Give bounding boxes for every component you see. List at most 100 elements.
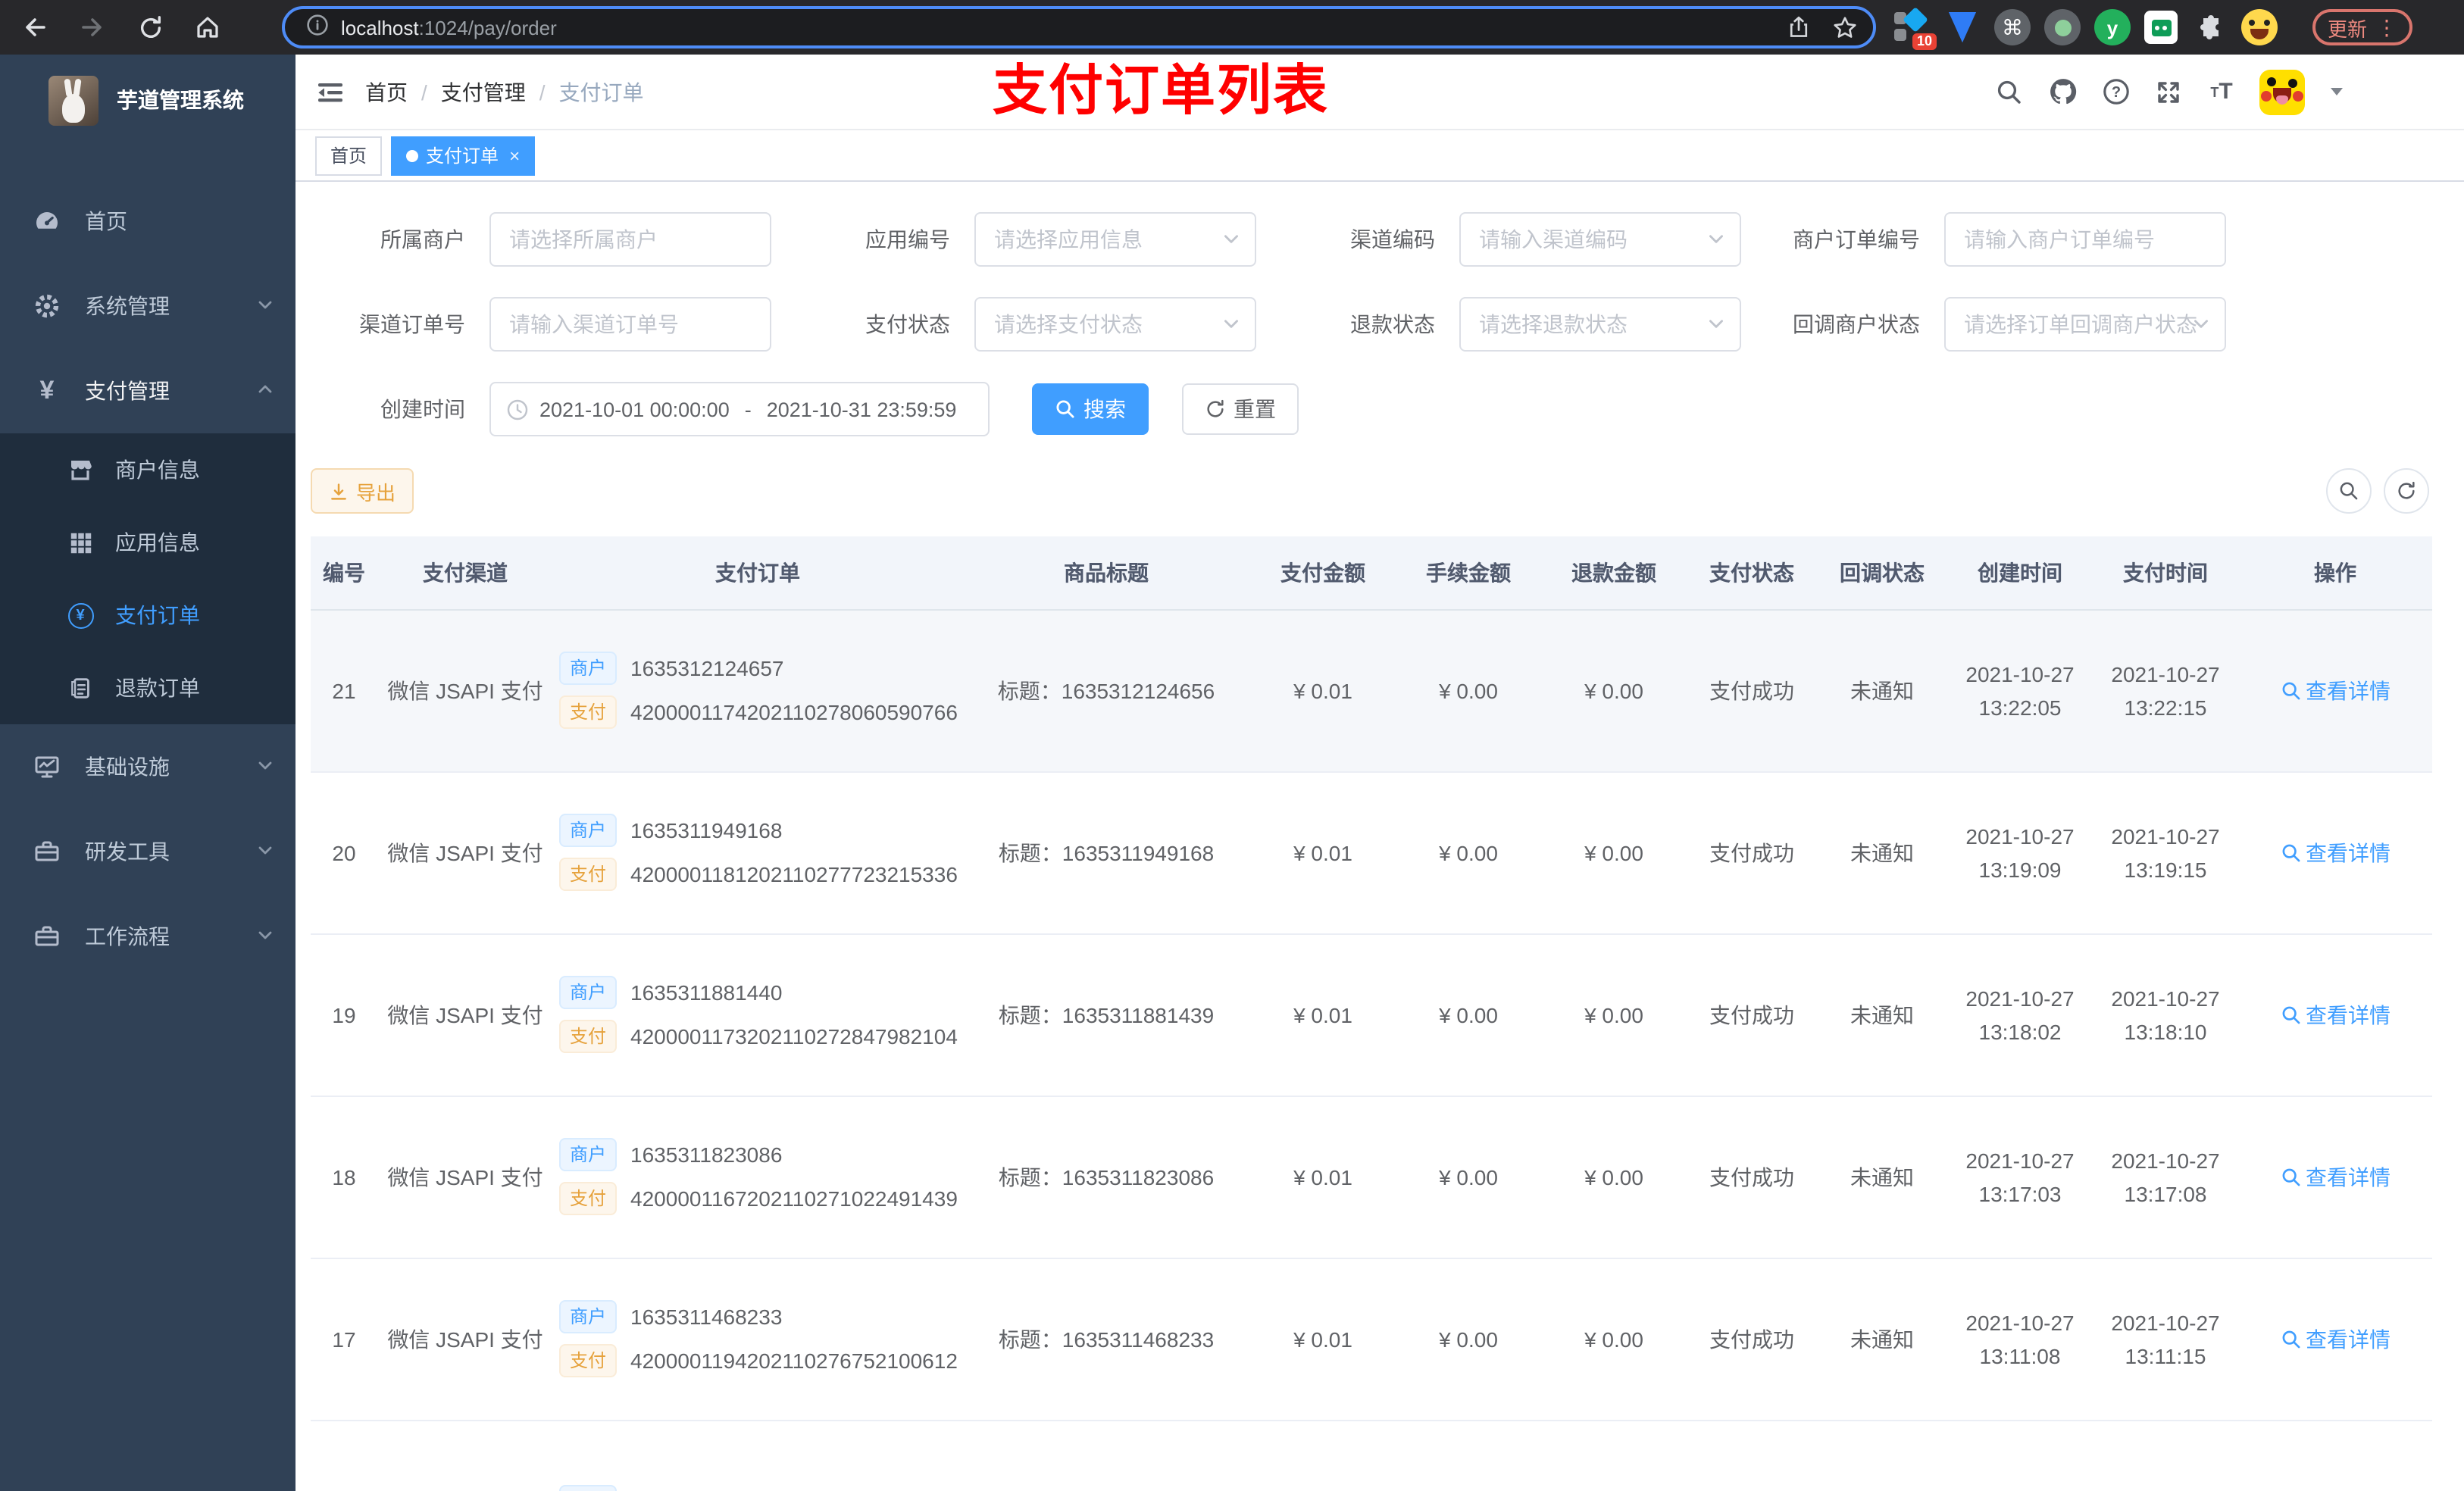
share-icon[interactable] <box>1787 15 1811 39</box>
sidebar-item-refund-order[interactable]: 退款订单 <box>0 652 295 724</box>
site-info-icon[interactable] <box>306 14 329 41</box>
extension-recorder-icon[interactable] <box>2044 9 2081 45</box>
filter-app-no-control <box>974 212 1256 267</box>
filter-channel-order-no-control <box>489 297 771 352</box>
cell-notify-status: 未通知 <box>1817 933 1947 1096</box>
filter-notify-status-input[interactable] <box>1944 297 2226 352</box>
table-row: 18 微信 JSAPI 支付 商户 1635311823086 支付 4200001167… <box>311 1096 2432 1258</box>
filter-merchant-order-no-input[interactable] <box>1944 212 2226 267</box>
refresh-table-button[interactable] <box>2384 468 2429 514</box>
cell-pay-order: 商户 1635311468233 支付 42000011942021102767521… <box>553 1258 962 1421</box>
paid-line: 2021-10-27 <box>2111 986 2220 1010</box>
monitor-icon <box>33 753 61 780</box>
app-logo[interactable]: 芋道管理系统 <box>0 55 295 145</box>
extension-y-icon[interactable]: y <box>2094 9 2131 45</box>
help-icon[interactable]: ? <box>2100 77 2131 107</box>
breadcrumb-item[interactable]: 支付管理 <box>441 77 526 107</box>
document-icon <box>67 674 94 702</box>
sidebar-item-system[interactable]: 系统管理 <box>0 264 295 349</box>
create-time-range-input[interactable]: 2021-10-01 00:00:00 - 2021-10-31 23:59:5… <box>489 382 990 436</box>
breadcrumb-separator: / <box>421 80 427 104</box>
view-detail-link[interactable]: 查看详情 <box>2280 837 2391 867</box>
tab-支付订单[interactable]: 支付订单 × <box>391 136 536 175</box>
font-size-icon[interactable]: TT <box>2206 77 2237 107</box>
cell-empty <box>1817 1420 1947 1491</box>
hamburger-icon[interactable] <box>308 69 353 114</box>
extension-jam-icon[interactable]: 10 <box>1894 7 1937 50</box>
cell-channel: 微信 JSAPI 支付 <box>377 1258 553 1421</box>
browser-toolbar: localhost:1024/pay/order 10 ⌘ y 更新 ⋮ <box>0 0 2464 55</box>
browser-menu-icon[interactable]: ⋮ <box>2376 14 2397 40</box>
github-icon[interactable] <box>2047 77 2078 107</box>
filter-channel-order-no-input[interactable] <box>489 297 771 352</box>
cell-refund: ¥ 0.00 <box>1541 771 1687 934</box>
sidebar-item-dev-tools[interactable]: 研发工具 <box>0 809 295 894</box>
url-text[interactable]: localhost:1024/pay/order <box>341 16 1765 39</box>
filter-channel-order-no-label: 渠道订单号 <box>359 312 465 336</box>
export-button[interactable]: 导出 <box>311 468 414 514</box>
browser-home-icon[interactable] <box>188 8 227 47</box>
toggle-search-button[interactable] <box>2326 468 2372 514</box>
filter-refund-status-input[interactable] <box>1459 297 1741 352</box>
order-pay-line: 支付 4200001173202110272847982104 <box>559 1020 958 1053</box>
extension-command-icon[interactable]: ⌘ <box>1994 9 2031 45</box>
sidebar-item-workflow[interactable]: 工作流程 <box>0 894 295 979</box>
view-detail-link[interactable]: 查看详情 <box>2280 1161 2391 1192</box>
browser-update-button[interactable]: 更新 ⋮ <box>2312 9 2413 45</box>
toolbox-icon <box>33 838 61 865</box>
paid-line: 2021-10-27 <box>2111 824 2220 848</box>
cell-fee: ¥ 0.00 <box>1396 771 1541 934</box>
filter-notify-status-label: 回调商户状态 <box>1793 312 1920 336</box>
filter-merchant-input[interactable] <box>489 212 771 267</box>
view-detail-link[interactable]: 查看详情 <box>2280 999 2391 1030</box>
gauge-icon <box>33 208 61 235</box>
cell-fee: ¥ 0.00 <box>1396 609 1541 772</box>
bookmark-star-icon[interactable] <box>1832 14 1858 40</box>
sidebar-item-infrastructure[interactable]: 基础设施 <box>0 724 295 809</box>
caret-down-icon[interactable] <box>2328 80 2346 104</box>
tab-首页[interactable]: 首页 <box>315 136 383 175</box>
filter-pay-status-input[interactable] <box>974 297 1256 352</box>
cell-created: 2021-10-27 13:11:08 <box>1947 1258 2093 1421</box>
cell-action: 查看详情 <box>2238 609 2432 772</box>
address-bar[interactable]: localhost:1024/pay/order <box>282 6 1876 48</box>
extension-cone-icon[interactable] <box>1944 9 1981 45</box>
cell-refund: ¥ 0.00 <box>1541 609 1687 772</box>
view-detail-link[interactable]: 查看详情 <box>2280 1324 2391 1354</box>
header-search-icon[interactable] <box>1994 77 2025 107</box>
fullscreen-icon[interactable] <box>2153 77 2184 107</box>
cell-created: 2021-10-27 13:19:09 <box>1947 771 2093 934</box>
user-avatar[interactable] <box>2259 69 2305 114</box>
cell-action: 查看详情 <box>2238 1258 2432 1421</box>
created-line: 2021-10-27 <box>1965 1148 2075 1172</box>
browser-reload-icon[interactable] <box>130 8 170 47</box>
extensions-puzzle-icon[interactable] <box>2191 9 2228 45</box>
pay-order-no: 4200001194202110276752100612 <box>630 1349 958 1373</box>
sidebar-item-payment[interactable]: ¥ 支付管理 <box>0 349 295 433</box>
merchant-order-no: 1635311468233 <box>630 1305 783 1329</box>
reset-button[interactable]: 重置 <box>1182 383 1299 435</box>
sidebar-item-merchant-info[interactable]: 商户信息 <box>0 433 295 506</box>
browser-back-icon[interactable] <box>15 8 55 47</box>
cell-amount: ¥ 0.01 <box>1250 609 1396 772</box>
cell-empty <box>1687 1420 1817 1491</box>
column-header: 编号 <box>311 536 377 610</box>
cell-channel: 微信 JSAPI 支付 <box>377 1096 553 1258</box>
sidebar-item-app-info[interactable]: 应用信息 <box>0 506 295 579</box>
view-detail-link[interactable]: 查看详情 <box>2280 675 2391 705</box>
sidebar-item-home[interactable]: 首页 <box>0 179 295 264</box>
browser-forward-icon[interactable] <box>73 8 112 47</box>
cell-pay-status: 支付成功 <box>1687 1096 1817 1258</box>
filter-app-no-input[interactable] <box>974 212 1256 267</box>
tab-close-icon[interactable]: × <box>509 145 520 166</box>
profile-avatar-icon[interactable] <box>2241 9 2278 45</box>
filter-row-date: 创建时间 2021-10-01 00:00:00 - 2021-10-31 23… <box>311 382 2449 436</box>
column-header: 支付金额 <box>1250 536 1396 610</box>
search-button[interactable]: 搜索 <box>1032 383 1149 435</box>
filter-channel-code-input[interactable] <box>1459 212 1741 267</box>
cell-pay-order: 商户 1635311881440 支付 42000011732021102728479… <box>553 933 962 1096</box>
extension-chat-icon[interactable] <box>2144 11 2178 44</box>
sidebar-item-pay-order[interactable]: ¥ 支付订单 <box>0 579 295 652</box>
cell-empty <box>1947 1420 2093 1491</box>
breadcrumb-item[interactable]: 首页 <box>365 77 408 107</box>
